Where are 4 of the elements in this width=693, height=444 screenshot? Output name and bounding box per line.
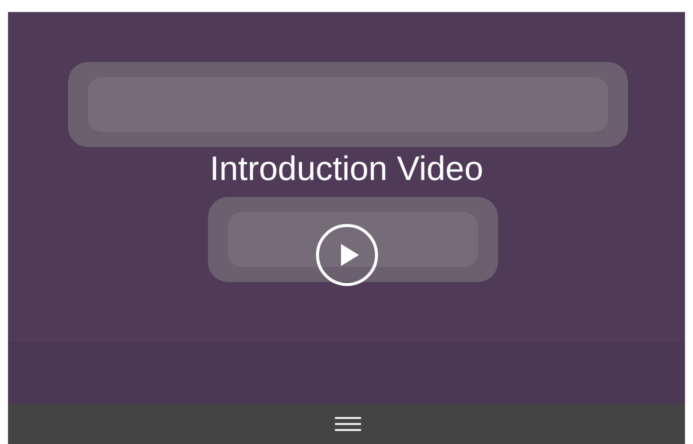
menu-icon [334, 416, 360, 432]
play-button[interactable] [316, 224, 378, 286]
video-title: Introduction Video [210, 149, 484, 189]
menu-button[interactable] [332, 414, 362, 434]
